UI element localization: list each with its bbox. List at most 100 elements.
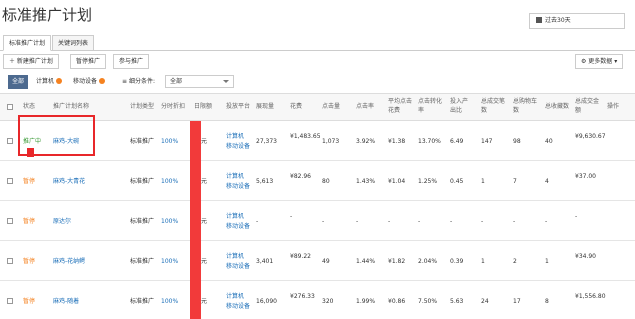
row-checkbox[interactable] (7, 138, 13, 144)
segment-select[interactable]: 全部 (165, 75, 234, 88)
cell-name[interactable]: 原达尔 (53, 217, 71, 226)
row-checkbox[interactable] (7, 218, 13, 224)
cell-favs: 8 (545, 298, 549, 305)
header-impressions[interactable]: 展现量 (256, 102, 274, 111)
filter-all[interactable]: 全部 (8, 75, 29, 89)
header-type[interactable]: 计划类型 (130, 102, 154, 111)
cell-revenue: - (575, 213, 578, 220)
platform-link[interactable]: 计算机 (226, 212, 244, 221)
cell-ctr: 1.99% (356, 298, 376, 305)
header-status[interactable]: 状态 (23, 102, 35, 111)
tab-keyword-list[interactable]: 关键词列表 (52, 35, 95, 51)
filter-mobile[interactable]: 移动设备 (69, 75, 109, 89)
cell-discount[interactable]: 100% (161, 177, 178, 186)
cell-favs: 1 (545, 258, 549, 265)
platform-link[interactable]: 计算机 (226, 252, 244, 261)
cell-revenue: ¥34.90 (575, 253, 596, 260)
header-carts[interactable]: 总购物车数 (513, 97, 541, 115)
header-discount[interactable]: 分时折扣 (161, 102, 185, 111)
header-platform[interactable]: 投放平台 (226, 102, 250, 111)
redaction-bar (190, 121, 201, 319)
cell-revenue: ¥37.00 (575, 173, 596, 180)
chevron-down-icon (223, 80, 229, 83)
row-checkbox[interactable] (7, 258, 13, 264)
cell-revenue: ¥1,556.80 (575, 293, 606, 300)
platform-link[interactable]: 移动设备 (226, 142, 250, 151)
cell-limit: 元 (201, 138, 208, 145)
header-cost[interactable]: 花费 (290, 102, 302, 111)
cell-cpc: ¥1.38 (388, 138, 406, 145)
cell-discount[interactable]: 100% (161, 137, 178, 146)
cell-clicks: 1,073 (322, 138, 340, 145)
cell-name[interactable]: 麻鸡-随着 (53, 297, 79, 306)
cell-name[interactable]: 麻鸡-大青花 (53, 177, 85, 186)
cell-orders: 147 (481, 138, 493, 145)
cell-status: 暂停 (23, 218, 36, 225)
platform-link[interactable]: 移动设备 (226, 182, 250, 191)
platform-link[interactable]: 计算机 (226, 292, 244, 301)
cell-cvr: - (418, 218, 421, 225)
platform-link[interactable]: 计算机 (226, 132, 244, 141)
tab-bar: 标准推广计划 关键词列表 (0, 34, 635, 51)
cell-type: 标准推广 (130, 138, 155, 145)
cell-carts: 98 (513, 138, 521, 145)
header-favs[interactable]: 总收藏数 (545, 102, 569, 111)
header-ctr[interactable]: 点击率 (356, 102, 374, 111)
cell-roi: - (450, 218, 453, 225)
cell-impressions: 27,373 (256, 138, 277, 145)
header-limit[interactable]: 日限额 (194, 102, 212, 111)
cell-cost: ¥82.96 (290, 173, 311, 180)
cell-roi: 6.49 (450, 138, 464, 145)
header-revenue[interactable]: 总成交金额 (575, 97, 603, 115)
header-clicks[interactable]: 点击量 (322, 102, 340, 111)
pause-button[interactable]: 暂停推广 (70, 54, 107, 69)
cell-discount[interactable]: 100% (161, 217, 178, 226)
cell-clicks: 80 (322, 178, 330, 185)
new-plan-button[interactable]: ＋ 新建推广计划 (3, 54, 59, 69)
table-row: 暂停 麻鸡-随着 标准推广 100% 元 计算机 移动设备 16,090 ¥276.33 320 1… (0, 281, 635, 319)
cell-type: 标准推广 (130, 298, 155, 305)
platform-link[interactable]: 移动设备 (226, 222, 250, 231)
platform-link[interactable]: 计算机 (226, 172, 244, 181)
cell-type: 标准推广 (130, 218, 155, 225)
cell-carts: 17 (513, 298, 521, 305)
cell-clicks: 49 (322, 258, 330, 265)
toolbar: ＋ 新建推广计划 暂停推广 参与推广 ⚙ 更多数据 ▾ (0, 54, 635, 71)
join-button[interactable]: 参与推广 (113, 54, 150, 69)
cell-cvr: 2.04% (418, 258, 438, 265)
cell-roi: 0.39 (450, 258, 464, 265)
platform-link[interactable]: 移动设备 (226, 302, 250, 311)
more-data-button[interactable]: ⚙ 更多数据 ▾ (575, 54, 624, 69)
row-checkbox[interactable] (7, 178, 13, 184)
header-cpc[interactable]: 平均点击花费 (388, 97, 416, 115)
cell-impressions: - (256, 218, 259, 225)
cell-favs: 4 (545, 178, 549, 185)
cell-ctr: 1.44% (356, 258, 376, 265)
header-cvr[interactable]: 点击转化率 (418, 97, 446, 115)
cell-discount[interactable]: 100% (161, 257, 178, 266)
header-name[interactable]: 推广计划名称 (53, 102, 89, 111)
cell-cost: - (290, 213, 293, 220)
cell-ctr: - (356, 218, 359, 225)
cell-name[interactable]: 麻鸡-花纳鳄 (53, 257, 85, 266)
table-row: 暂停 原达尔 标准推广 100% 元计算机 移动设备 - - - - - - - - - - - (0, 201, 635, 241)
filter-pc[interactable]: 计算机 (32, 75, 66, 89)
header-orders[interactable]: 总成交笔数 (481, 97, 509, 115)
cell-discount[interactable]: 100% (161, 297, 178, 306)
cell-orders: 1 (481, 258, 485, 265)
cell-clicks: - (322, 218, 325, 225)
cell-orders: - (481, 218, 484, 225)
cell-cost: ¥89.22 (290, 253, 311, 260)
date-range-select[interactable]: 过去30天 (529, 13, 625, 29)
select-all-checkbox[interactable] (7, 104, 13, 110)
cell-orders: 24 (481, 298, 489, 305)
row-checkbox[interactable] (7, 298, 13, 304)
tab-standard-plan[interactable]: 标准推广计划 (3, 35, 52, 51)
table-header: 状态 推广计划名称 计划类型 分时折扣 日限额 投放平台 展现量 花费 点击量 … (0, 93, 635, 121)
calendar-icon (536, 17, 542, 23)
header-roi[interactable]: 投入产出比 (450, 97, 472, 115)
platform-link[interactable]: 移动设备 (226, 262, 250, 271)
highlight-marker (27, 148, 34, 157)
cell-cpc: ¥0.86 (388, 298, 406, 305)
cell-revenue: ¥9,630.67 (575, 133, 606, 140)
